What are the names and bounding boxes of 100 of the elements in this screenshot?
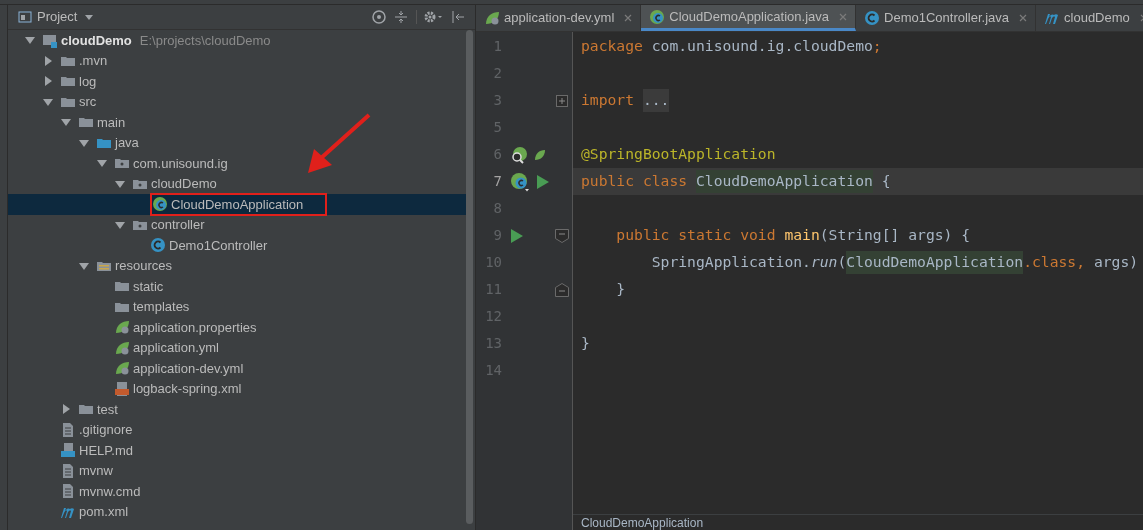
code-line: SpringApplication.run(CloudDemoApplication.class, args) <box>573 249 1143 276</box>
collapsed-arrow-icon[interactable] <box>42 54 54 67</box>
tree-item-label: java <box>115 134 139 152</box>
annotation-arrow <box>306 113 372 175</box>
class-icon <box>150 237 166 254</box>
tree-row[interactable]: .gitignore <box>8 419 466 440</box>
tree-item-label: application-dev.yml <box>133 359 244 378</box>
collapsed-arrow-icon[interactable] <box>60 403 72 416</box>
code-line: @SpringBootApplication <box>580 144 777 165</box>
tab-label: cloudDemo <box>1064 9 1130 28</box>
tree-row[interactable]: templates <box>8 296 466 317</box>
text-file-icon <box>60 483 76 500</box>
tree-item-label: static <box>133 277 164 296</box>
leaf-icon <box>484 10 500 26</box>
tree-item-label: HELP.md <box>79 441 133 460</box>
run-icon[interactable] <box>510 227 524 244</box>
locate-icon[interactable] <box>372 10 386 24</box>
tree-item-label: main <box>97 113 126 132</box>
tree-item-label: application.yml <box>133 339 219 357</box>
close-icon[interactable] <box>1019 14 1028 22</box>
tree-row[interactable]: controller <box>8 214 466 235</box>
tree-item-label: controller <box>151 216 205 234</box>
breadcrumb[interactable]: CloudDemoApplication <box>581 513 704 530</box>
tree-row[interactable]: java <box>8 132 466 153</box>
spring-class-icon <box>649 8 666 25</box>
fold-start-icon[interactable] <box>555 228 569 243</box>
tree-row[interactable]: application.properties <box>8 317 466 338</box>
tree-item-label: src <box>79 93 97 111</box>
module-path: E:\projects\cloudDemo <box>139 31 271 50</box>
collapse-all-icon[interactable] <box>394 10 408 24</box>
tree-item-label: Demo1Controller <box>169 236 268 255</box>
scrollbar[interactable] <box>466 30 473 524</box>
tree-row[interactable]: src <box>8 91 466 112</box>
tree-item-label: CloudDemoApplication <box>171 195 304 214</box>
code-line: package com.unisound.ig.cloudDemo; <box>580 36 883 57</box>
tab-label: CloudDemoApplication.java <box>669 7 829 26</box>
tree-row[interactable]: application-dev.yml <box>8 358 466 379</box>
tree-item-label: mvnw <box>79 462 113 480</box>
tree-item-label: resources <box>115 257 173 275</box>
tree-row[interactable]: CloudDemoApplication <box>8 194 466 215</box>
spring-class-icon[interactable] <box>510 171 530 192</box>
tree-item-label: mvnw.cmd <box>79 482 141 501</box>
tree-item-label: .gitignore <box>79 421 133 439</box>
tree-row[interactable]: Demo1Controller <box>8 235 466 256</box>
text-file-icon <box>60 462 76 479</box>
tree-item-label: cloudDemo <box>61 31 132 50</box>
code-line: public static void main(String[] args) { <box>615 225 972 246</box>
tree-row[interactable]: pom.xml <box>8 501 466 522</box>
tree-item-label: com.unisound.ig <box>133 154 228 173</box>
tab-label: Demo1Controller.java <box>884 9 1010 28</box>
markdown-file-icon <box>60 442 76 459</box>
project-view-dropdown[interactable]: Project <box>37 7 94 27</box>
settings-icon[interactable] <box>423 10 443 24</box>
tree-item-label: .mvn <box>79 52 108 70</box>
tree-row[interactable]: static <box>8 276 466 297</box>
spring-bean-icon[interactable] <box>510 145 528 164</box>
editor-tab[interactable]: cloudDemo <box>1036 5 1143 31</box>
editor-tab[interactable]: CloudDemoApplication.java <box>641 5 856 31</box>
tree-row[interactable]: com.unisound.ig <box>8 153 466 174</box>
tree-row[interactable]: main <box>8 112 466 133</box>
tree-row[interactable]: logback-spring.xml <box>8 378 466 399</box>
line-number: 7 <box>492 172 502 191</box>
spring-leaf-icon[interactable] <box>534 148 546 161</box>
tree-item-label: test <box>97 400 118 419</box>
tree-item-label: pom.xml <box>79 503 129 521</box>
tree-row[interactable]: cloudDemo E:\projects\cloudDemo <box>8 30 466 51</box>
tree-row[interactable]: .mvn <box>8 50 466 71</box>
class-icon <box>864 10 880 26</box>
leaf-icon <box>114 360 130 377</box>
caret-icon <box>85 14 94 20</box>
tree-item-label: application.properties <box>133 318 257 337</box>
tree-row[interactable]: test <box>8 399 466 420</box>
leaf-icon <box>114 319 130 336</box>
editor-tab[interactable]: Demo1Controller.java <box>856 5 1037 31</box>
tree-row[interactable]: HELP.md <box>8 440 466 461</box>
tab-label: application-dev.yml <box>504 9 615 28</box>
close-icon[interactable] <box>624 14 633 22</box>
leaf-icon <box>114 339 130 356</box>
code-line: } <box>580 333 591 354</box>
module-folder-icon <box>42 32 58 49</box>
tree-item-label: logback-spring.xml <box>133 380 242 398</box>
collapsed-arrow-icon[interactable] <box>42 75 54 88</box>
spring-class-icon <box>152 196 168 213</box>
code-line: import ... <box>573 87 1143 114</box>
run-icon[interactable] <box>536 173 550 190</box>
tree-item-label: cloudDemo <box>151 175 217 193</box>
tree-row[interactable]: application.yml <box>8 337 466 358</box>
tree-row[interactable]: mvnw.cmd <box>8 481 466 502</box>
xml-file-icon <box>114 380 130 397</box>
expand-fold-icon[interactable] <box>556 94 568 107</box>
tree-item-label: templates <box>133 298 190 316</box>
hide-panel-icon[interactable] <box>451 10 465 24</box>
tree-row[interactable]: mvnw <box>8 460 466 481</box>
text-file-icon <box>60 421 76 438</box>
project-view-icon <box>18 10 32 24</box>
tree-row[interactable]: cloudDemo <box>8 173 466 194</box>
code-line: } <box>615 279 627 300</box>
tree-row[interactable]: resources <box>8 255 466 276</box>
tree-row[interactable]: log <box>8 71 466 92</box>
fold-end-icon[interactable] <box>555 282 569 297</box>
